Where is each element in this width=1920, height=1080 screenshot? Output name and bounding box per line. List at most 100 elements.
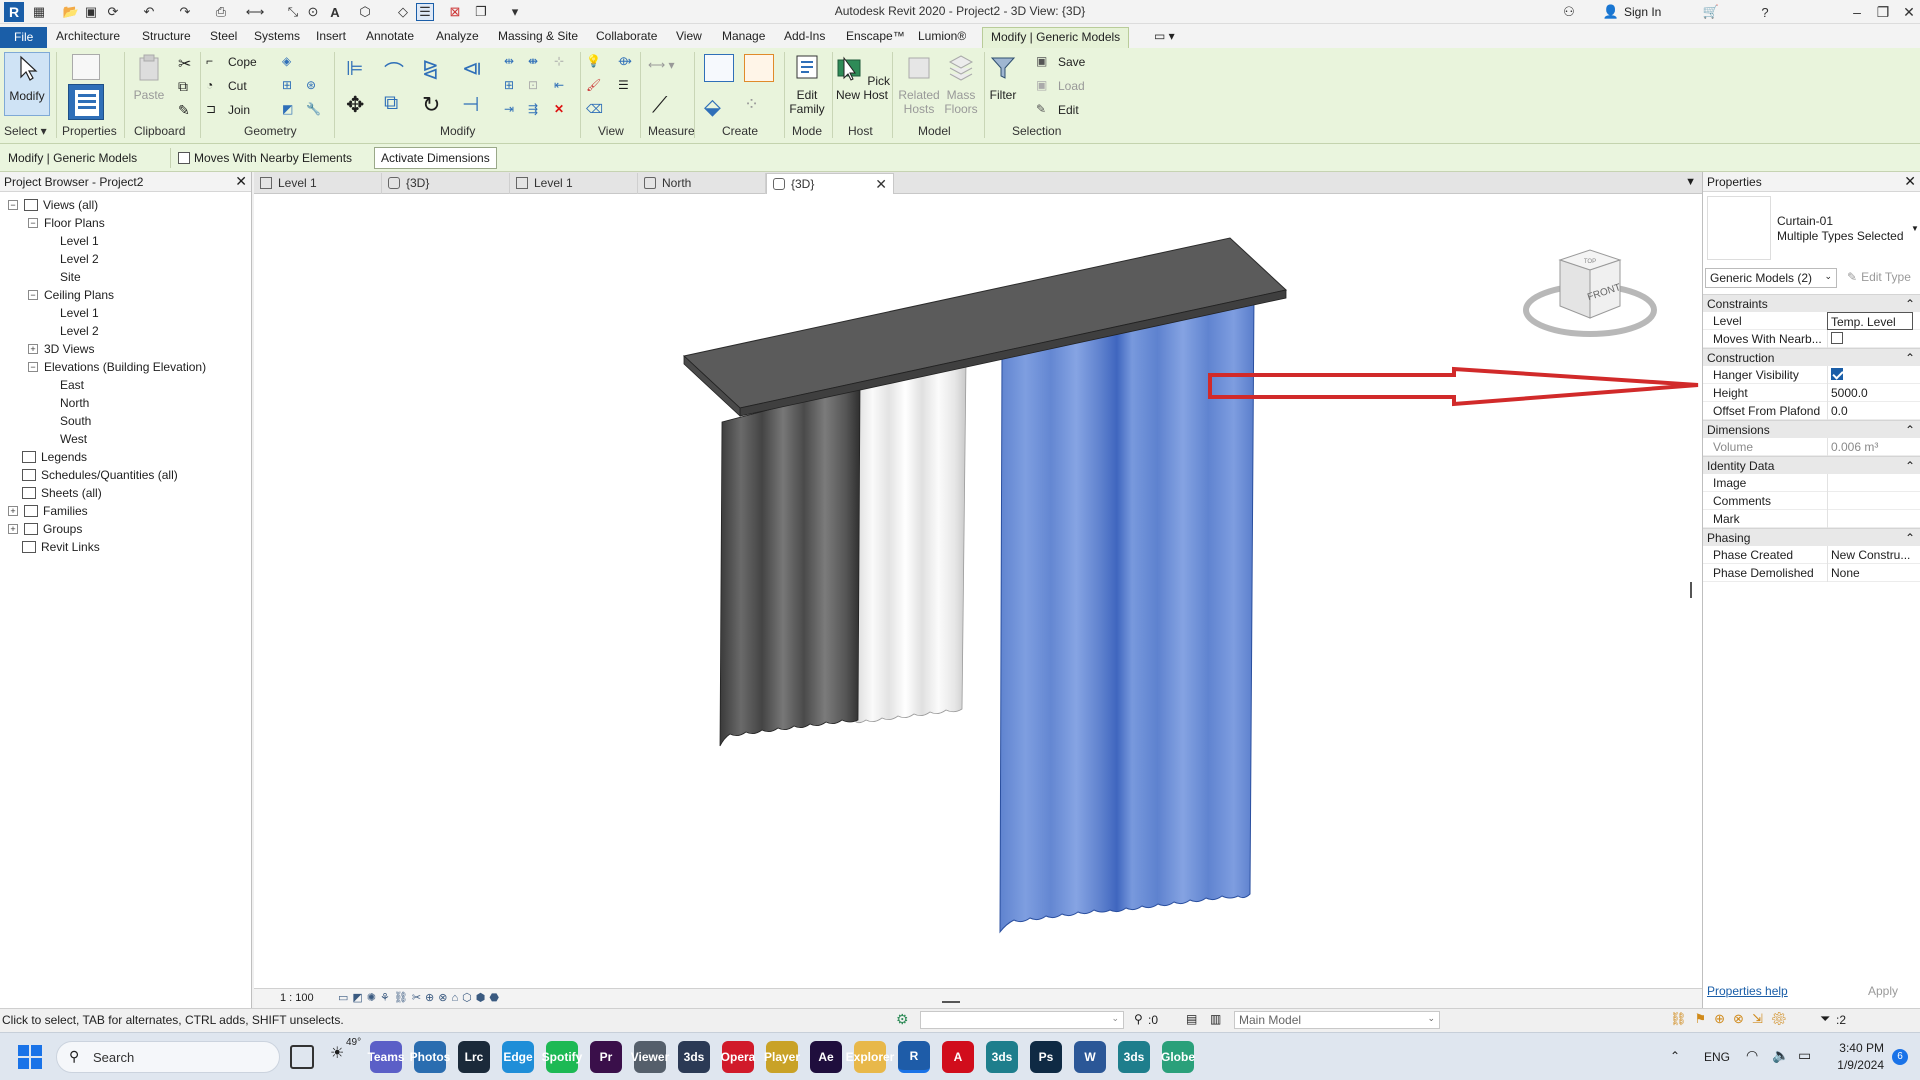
wrench-icon[interactable]: 🔧 bbox=[306, 102, 324, 120]
level-value-field[interactable]: Temp. Level bbox=[1827, 312, 1913, 330]
browser-item[interactable]: Legends bbox=[22, 448, 87, 466]
measure-icon[interactable]: ⟷ bbox=[246, 3, 265, 21]
horizontal-scroll-thumb[interactable] bbox=[942, 1001, 960, 1003]
section-constraints[interactable]: Constraints ⌃ bbox=[1703, 294, 1920, 312]
cut-button[interactable]: Cut bbox=[228, 79, 247, 93]
create-assembly-icon[interactable] bbox=[704, 54, 734, 82]
type-dropdown-icon[interactable]: ▼ bbox=[1911, 224, 1919, 233]
taskbar-app-icon[interactable]: Pr bbox=[590, 1041, 622, 1073]
cope-icon[interactable]: ⌐ bbox=[206, 54, 224, 72]
print-icon[interactable]: ⎙ bbox=[212, 3, 230, 21]
tab-enscape[interactable]: Enscape™ bbox=[838, 27, 913, 48]
array-icon[interactable]: ⊞ bbox=[504, 78, 522, 96]
browser-item[interactable]: − Views (all) bbox=[8, 196, 98, 214]
modify-button[interactable]: Modify bbox=[4, 52, 50, 116]
height-value-field[interactable]: 5000.0 bbox=[1827, 384, 1913, 402]
3d-view-canvas[interactable]: FRONT TOP bbox=[254, 194, 1702, 988]
save-icon[interactable]: ▣ bbox=[82, 3, 100, 21]
taskbar-app-icon[interactable]: 3ds bbox=[678, 1041, 710, 1073]
taskbar-app-icon[interactable]: Explorer bbox=[846, 1041, 894, 1073]
browser-item[interactable]: + Families bbox=[8, 502, 88, 520]
edit-selection-button[interactable]: Edit bbox=[1058, 103, 1079, 117]
design-option-dropdown[interactable]: Main Model ⌄ bbox=[1234, 1011, 1440, 1029]
view-tab-north[interactable]: North bbox=[638, 173, 766, 194]
3d-view-icon[interactable]: ⬡ bbox=[356, 3, 374, 21]
tab-systems[interactable]: Systems bbox=[246, 27, 308, 48]
tab-insert[interactable]: Insert bbox=[308, 27, 354, 48]
wall-joins-icon[interactable]: ◈ bbox=[282, 54, 300, 72]
taskbar-app-icon[interactable]: R bbox=[898, 1041, 930, 1073]
wifi-icon[interactable]: ◠ bbox=[1746, 1047, 1758, 1064]
open-icon[interactable]: 📂 bbox=[62, 3, 80, 21]
taskbar-app-icon[interactable]: 3ds bbox=[986, 1041, 1018, 1073]
phase-demolished-field[interactable]: None bbox=[1827, 564, 1913, 582]
browser-item[interactable]: +3D Views bbox=[28, 340, 94, 358]
browser-item[interactable]: South bbox=[48, 412, 91, 430]
rotate-icon[interactable]: ↻ bbox=[422, 92, 450, 117]
section-icon[interactable]: ◇ bbox=[394, 3, 412, 21]
taskbar-app-icon[interactable]: Player bbox=[764, 1041, 800, 1073]
measure-between-icon[interactable]: ⟷ ▾ bbox=[648, 58, 688, 76]
browser-item[interactable]: Level 1 bbox=[48, 232, 99, 250]
mirror-axis-icon[interactable]: ⧎ bbox=[422, 56, 450, 80]
cart-icon[interactable]: 🛒 bbox=[1702, 3, 1720, 21]
load-selection-button[interactable]: Load bbox=[1058, 79, 1085, 93]
tab-architecture[interactable]: Architecture bbox=[48, 27, 128, 48]
properties-button[interactable] bbox=[64, 84, 108, 120]
selection-toggle-icons[interactable]: ⛓⚑⊕⊗⇲⚙ bbox=[1670, 1011, 1795, 1027]
pick-new-host-button[interactable]: Pick New Host bbox=[834, 52, 890, 102]
section-dimensions[interactable]: Dimensions ⌃ bbox=[1703, 420, 1920, 438]
browser-item[interactable]: Level 2 bbox=[48, 250, 99, 268]
hide-icon[interactable]: 💡 bbox=[586, 54, 604, 72]
mass-floors-button[interactable]: Mass Floors bbox=[938, 52, 984, 116]
workset-icon[interactable]: ⚙ bbox=[896, 1011, 909, 1028]
create-group-icon[interactable]: ⬙ bbox=[704, 94, 734, 122]
filter-icon[interactable]: ⏷ bbox=[1820, 1011, 1830, 1027]
tab-analyze[interactable]: Analyze bbox=[428, 27, 487, 48]
home-icon[interactable]: ▦ bbox=[30, 3, 48, 21]
related-hosts-button[interactable]: Related Hosts bbox=[896, 52, 942, 116]
exclude-options-icon[interactable]: ▥ bbox=[1210, 1012, 1221, 1026]
taskbar-app-icon[interactable]: Photos bbox=[410, 1041, 450, 1073]
browser-item[interactable]: West bbox=[48, 430, 87, 448]
trim-multiple-icon[interactable]: ⇥ bbox=[504, 102, 522, 120]
moves-with-nearby-checkbox[interactable] bbox=[1831, 332, 1843, 344]
move-icon[interactable]: ✥ bbox=[346, 92, 374, 117]
white-curtain[interactable] bbox=[855, 361, 967, 724]
redo-icon[interactable]: ↷ bbox=[176, 3, 194, 21]
split-face-icon[interactable]: ⊞ bbox=[282, 78, 300, 96]
edit-type-button[interactable]: ✎ Edit Type bbox=[1843, 268, 1917, 288]
tab-modify-generic-models[interactable]: Modify | Generic Models bbox=[982, 27, 1130, 48]
dimension-icon[interactable]: ⤡ bbox=[284, 3, 302, 21]
tab-view[interactable]: View bbox=[668, 27, 710, 48]
tab-collaborate[interactable]: Collaborate bbox=[588, 27, 665, 48]
view-tab-level-1[interactable]: Level 1 bbox=[254, 173, 382, 194]
type-properties-icon[interactable] bbox=[72, 54, 100, 80]
hanger-visibility-checkbox[interactable] bbox=[1831, 368, 1843, 380]
browser-item[interactable]: + Groups bbox=[8, 520, 82, 538]
mirror-draw-icon[interactable]: ⧏ bbox=[462, 56, 490, 80]
taskbar-app-icon[interactable]: W bbox=[1074, 1041, 1106, 1073]
create-parts-icon[interactable] bbox=[744, 54, 774, 82]
windows-start-icon[interactable] bbox=[18, 1045, 42, 1069]
dark-curtain[interactable] bbox=[719, 385, 861, 747]
browser-item[interactable]: − Elevations (Building Elevation) bbox=[28, 358, 206, 376]
user-icon[interactable]: 👤 bbox=[1602, 3, 1620, 21]
collapse-icon[interactable]: − bbox=[28, 362, 38, 372]
design-options-icon[interactable]: ▤ bbox=[1186, 1012, 1197, 1026]
tab-lumion[interactable]: Lumion® bbox=[910, 27, 974, 48]
taskbar-app-icon[interactable]: Viewer bbox=[631, 1041, 669, 1073]
collapse-icon[interactable]: − bbox=[28, 290, 38, 300]
view-tab-3d[interactable]: {3D} bbox=[382, 173, 510, 194]
select-dropdown[interactable]: Select ▾ bbox=[4, 124, 47, 138]
browser-item[interactable]: Level 2 bbox=[48, 322, 99, 340]
linework-icon[interactable]: ☰ bbox=[618, 78, 636, 96]
eraser-icon[interactable]: ⌫ bbox=[586, 102, 604, 120]
moves-with-nearby-checkbox[interactable] bbox=[178, 152, 190, 164]
copy-element-icon[interactable]: ⧉ bbox=[384, 92, 412, 116]
navigation-bar-marker[interactable] bbox=[1690, 582, 1692, 598]
browser-item[interactable]: − Floor Plans bbox=[28, 214, 105, 232]
binoculars-icon[interactable]: ⚇ bbox=[1560, 3, 1578, 21]
browser-item[interactable]: Revit Links bbox=[22, 538, 100, 556]
taskbar-app-icon[interactable]: A bbox=[942, 1041, 974, 1073]
